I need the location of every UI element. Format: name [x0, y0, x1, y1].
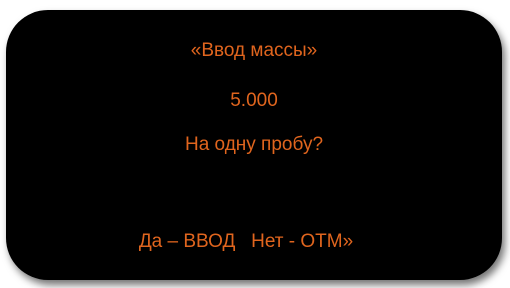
softkey-hints: Да – ВВОД Нет - ОТМ» — [138, 231, 354, 252]
dialog-question: На одну пробу? — [184, 134, 324, 155]
dialog-title: «Ввод массы» — [190, 40, 318, 61]
device-display: «Ввод массы» 5.000 На одну пробу? Да – В… — [6, 10, 502, 280]
mass-value: 5.000 — [230, 90, 278, 111]
